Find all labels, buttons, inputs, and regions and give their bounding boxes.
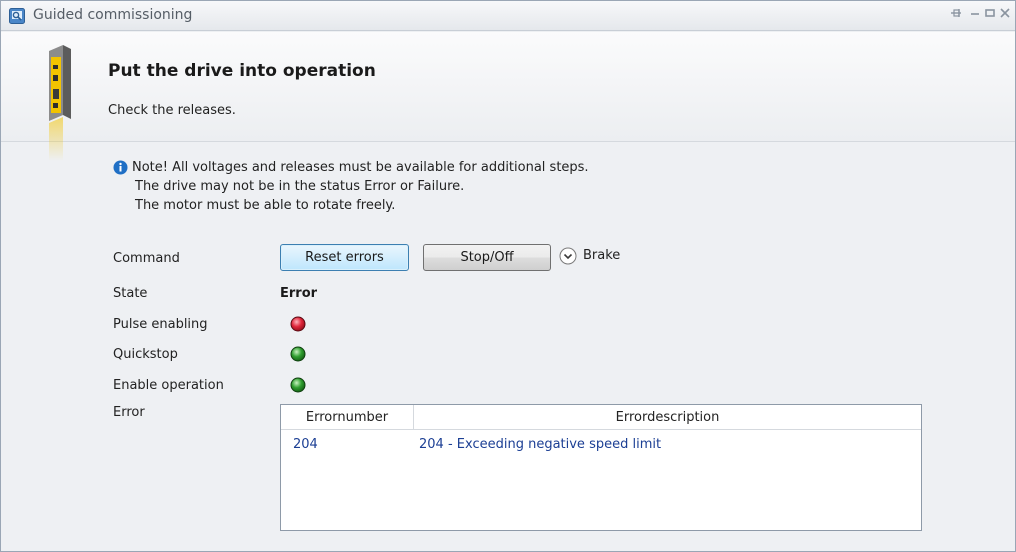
commissioning-app-icon [9,8,25,24]
note-section: Note! All voltages and releases must be … [113,158,589,215]
step-header: Put the drive into operation Check the r… [1,32,1015,142]
error-table-header: Errornumber Errordescription [281,405,921,430]
error-number-cell: 204 [293,437,318,452]
enable-operation-label: Enable operation [113,378,224,393]
state-value: Error [280,286,318,301]
error-description-cell: 204 - Exceeding negative speed limit [419,437,662,452]
column-header-errornumber[interactable]: Errornumber [281,410,413,425]
window-title: Guided commissioning [33,7,193,23]
brake-label: Brake [583,248,621,263]
guided-commissioning-window: Guided commissioning Put the drive into … [0,0,1016,552]
note-line: The drive may not be in the status Error… [135,179,465,194]
enable-operation-led-icon [290,377,306,393]
note-line: The motor must be able to rotate freely. [135,198,396,213]
stop-off-button[interactable]: Stop/Off [423,244,551,271]
quickstop-led-icon [290,346,306,362]
state-label: State [113,286,148,301]
title-bar: Guided commissioning [1,1,1015,31]
chevron-down-icon[interactable] [559,247,577,265]
pin-icon[interactable] [947,6,965,24]
table-row[interactable]: 204 204 - Exceeding negative speed limit [281,431,921,455]
close-icon[interactable] [996,6,1014,24]
pulse-enabling-label: Pulse enabling [113,317,208,332]
error-label: Error [113,405,145,420]
pulse-enabling-led-icon [290,316,306,332]
note-line: Note! All voltages and releases must be … [132,160,589,175]
page-subtitle: Check the releases. [108,103,236,118]
command-label: Command [113,251,180,266]
error-table[interactable]: Errornumber Errordescription 204 204 - E… [280,404,922,531]
drive-device-icon [41,43,81,163]
reset-errors-button[interactable]: Reset errors [280,244,409,271]
info-icon [113,160,128,175]
quickstop-label: Quickstop [113,347,178,362]
column-header-errordescription[interactable]: Errordescription [414,410,921,425]
page-title: Put the drive into operation [108,61,376,81]
